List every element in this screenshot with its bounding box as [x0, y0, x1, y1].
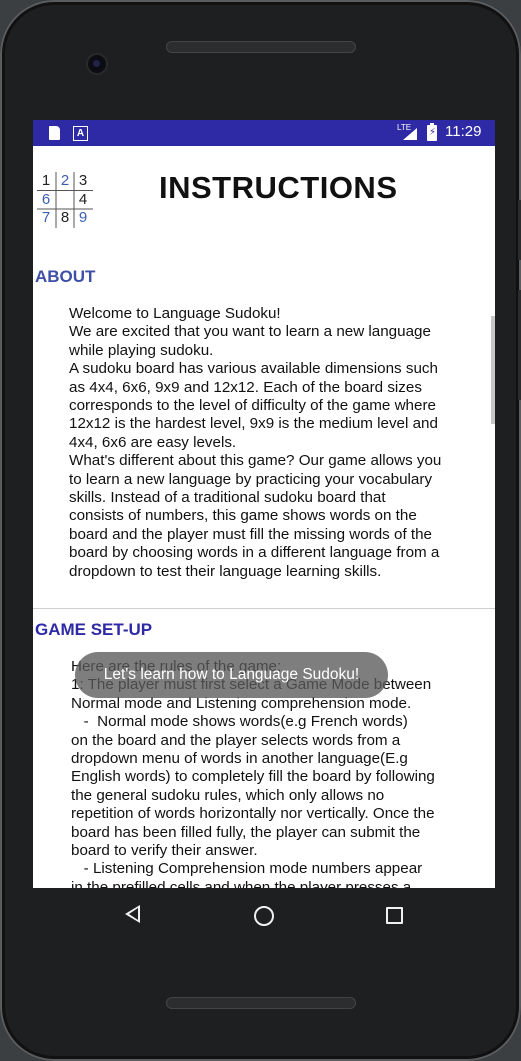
home-icon[interactable]: [254, 906, 274, 926]
logo-cell: 7: [41, 209, 51, 226]
logo-cell: 6: [41, 191, 51, 208]
sd-card-icon: [49, 126, 60, 140]
logo-cell: 9: [78, 209, 88, 226]
about-heading: ABOUT: [35, 267, 96, 286]
phone-frame: A LTE ⚡ 11:29 1 2 3 6 4 7 8 9 INSTRUCTIO…: [0, 0, 521, 1061]
bottom-speaker: [166, 997, 356, 1009]
about-text: Welcome to Language Sudoku! We are excit…: [69, 305, 442, 580]
sudoku-logo: 1 2 3 6 4 7 8 9: [37, 172, 93, 228]
logo-cell: 4: [78, 191, 88, 208]
logo-cell: 1: [41, 172, 51, 189]
setup-heading: GAME SET-UP: [35, 620, 153, 639]
navigation-bar: [33, 888, 495, 944]
front-camera: [88, 55, 106, 73]
scrollbar[interactable]: [491, 316, 495, 424]
section-divider: [33, 608, 495, 609]
back-icon[interactable]: [125, 905, 140, 923]
battery-charging-icon: ⚡: [427, 123, 437, 141]
signal-icon: [403, 128, 417, 140]
status-bar: A LTE ⚡ 11:29: [33, 120, 495, 146]
toast-message: Let's learn how to Language Sudoku!: [75, 652, 388, 698]
logo-cell: 2: [60, 172, 70, 189]
status-time: 11:29: [445, 123, 482, 140]
recents-icon[interactable]: [386, 907, 403, 924]
instructions-content[interactable]: 1 2 3 6 4 7 8 9 INSTRUCTIONS ABOUT Welco…: [33, 146, 495, 888]
page-title: INSTRUCTIONS: [159, 170, 398, 205]
logo-cell: 3: [78, 172, 88, 189]
top-speaker: [166, 41, 356, 53]
app-screen: A LTE ⚡ 11:29 1 2 3 6 4 7 8 9 INSTRUCTIO…: [33, 120, 495, 888]
a-letter-icon: A: [73, 126, 88, 141]
logo-cell: 8: [60, 209, 70, 226]
